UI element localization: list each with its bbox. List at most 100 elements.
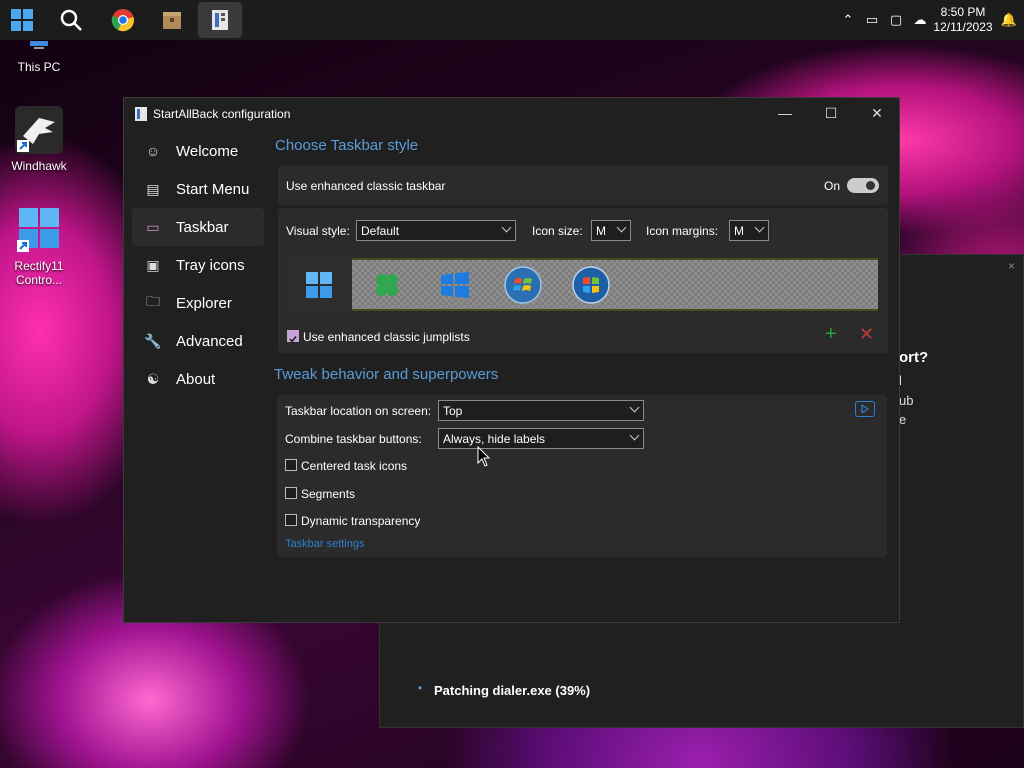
nav-item-taskbar[interactable]: ▭ Taskbar bbox=[132, 208, 264, 246]
tray-icon: ▣ bbox=[146, 256, 160, 273]
clock-time: 8:50 PM bbox=[940, 5, 986, 19]
installer-text-line: ub bbox=[899, 393, 914, 408]
segments-label: Segments bbox=[301, 487, 356, 501]
smile-icon: ☺ bbox=[145, 143, 161, 159]
search-icon bbox=[60, 9, 82, 31]
chevron-down-icon bbox=[629, 402, 640, 413]
windhawk-icon bbox=[15, 106, 63, 154]
icon-size-select[interactable]: M bbox=[591, 220, 631, 241]
taskbar: ⌃ ▭ ▢ ☁ 8:50 PM 12/11/2023 🔔 bbox=[0, 0, 1024, 40]
nav-item-advanced[interactable]: 🔧 Advanced bbox=[132, 322, 264, 360]
combine-label: Combine taskbar buttons: bbox=[285, 432, 422, 446]
mouse-cursor-icon bbox=[477, 446, 491, 467]
start-button[interactable] bbox=[0, 2, 44, 38]
nav-item-label: Start Menu bbox=[176, 180, 250, 198]
nav-item-label: Advanced bbox=[176, 332, 243, 350]
nav-item-label: Welcome bbox=[176, 142, 239, 160]
location-label: Taskbar location on screen: bbox=[285, 404, 432, 418]
dynamic-transparency-checkbox[interactable] bbox=[285, 514, 297, 526]
enhanced-taskbar-label: Use enhanced classic taskbar bbox=[286, 179, 446, 193]
centered-checkbox[interactable] bbox=[285, 459, 297, 471]
desktop-icon-this-pc[interactable]: This PC bbox=[4, 40, 74, 74]
video-preview-button[interactable] bbox=[855, 401, 875, 417]
behavior-card: Taskbar location on screen: Top Combine … bbox=[277, 395, 887, 557]
centered-label: Centered task icons bbox=[301, 459, 408, 473]
add-icon[interactable]: + bbox=[825, 323, 837, 346]
nav-item-start-menu[interactable]: ▤ Start Menu bbox=[132, 170, 264, 208]
nav-item-label: Tray icons bbox=[176, 256, 245, 274]
minimize-button[interactable]: — bbox=[762, 98, 808, 128]
installer-text-line: e bbox=[899, 412, 907, 427]
desktop-icon-rectify11[interactable]: Rectify11 Contro... bbox=[4, 206, 74, 287]
icon-size-value: M bbox=[596, 224, 606, 238]
enhanced-taskbar-toggle[interactable] bbox=[847, 178, 879, 193]
location-select[interactable]: Top bbox=[438, 400, 644, 421]
monitor-icon bbox=[30, 41, 48, 49]
folder-icon: 🗀 bbox=[146, 293, 160, 309]
visual-style-label: Visual style: bbox=[286, 224, 350, 238]
nav-item-explorer[interactable]: 🗀 Explorer bbox=[132, 284, 264, 322]
style-option-win7[interactable] bbox=[500, 262, 546, 308]
icon-margins-select[interactable]: M bbox=[729, 220, 769, 241]
installer-status: Patching dialer.exe (39%) bbox=[434, 683, 591, 698]
visual-style-value: Default bbox=[361, 224, 400, 238]
start-menu-icon: ▤ bbox=[146, 180, 160, 197]
start-icon bbox=[11, 9, 33, 31]
clock-date: 12/11/2023 bbox=[933, 20, 993, 34]
section-title-behavior: Tweak behavior and superpowers bbox=[274, 366, 499, 383]
segments-checkbox[interactable] bbox=[285, 487, 297, 499]
chevron-down-icon bbox=[629, 430, 640, 441]
nav-item-label: About bbox=[176, 370, 216, 388]
nav-item-label: Explorer bbox=[176, 294, 232, 312]
minimize-icon: — bbox=[778, 105, 792, 121]
maximize-button[interactable]: ☐ bbox=[808, 98, 854, 128]
nav-item-tray-icons[interactable]: ▣ Tray icons bbox=[132, 246, 264, 284]
desktop-icon-label: This PC bbox=[17, 60, 61, 74]
clock[interactable]: 8:50 PM 12/11/2023 bbox=[932, 5, 994, 35]
enhanced-taskbar-card: Use enhanced classic taskbar On bbox=[278, 165, 888, 205]
maximize-icon: ☐ bbox=[824, 104, 838, 121]
combine-select[interactable]: Always, hide labels bbox=[438, 428, 644, 449]
nav-item-label: Taskbar bbox=[176, 218, 229, 236]
chrome-button[interactable] bbox=[101, 2, 145, 38]
style-option-win11[interactable] bbox=[286, 258, 352, 311]
toggle-state-label: On bbox=[824, 179, 841, 193]
search-button[interactable] bbox=[49, 2, 93, 38]
taskbar-settings-link[interactable]: Taskbar settings bbox=[285, 538, 364, 550]
section-title-style: Choose Taskbar style bbox=[275, 137, 419, 154]
nav-item-welcome[interactable]: ☺ Welcome bbox=[132, 132, 264, 170]
desktop-icon-label: Windhawk bbox=[11, 159, 67, 173]
windows11-logo-icon bbox=[306, 271, 332, 298]
network-off-icon[interactable]: ☁ bbox=[908, 0, 932, 40]
notification-bell-icon[interactable]: 🔔 bbox=[994, 0, 1024, 40]
remove-icon[interactable]: ✕ bbox=[859, 324, 874, 345]
close-icon: ✕ bbox=[871, 104, 883, 121]
display-settings-icon[interactable]: ▭ bbox=[860, 0, 884, 40]
style-option-win10-alt[interactable] bbox=[364, 262, 410, 308]
close-icon[interactable]: × bbox=[1008, 259, 1015, 273]
vista-orb-icon bbox=[572, 266, 610, 304]
windows7-orb-icon bbox=[504, 266, 542, 304]
windows10-logo-icon bbox=[441, 272, 469, 298]
combine-value: Always, hide labels bbox=[443, 432, 546, 446]
chevron-up-icon[interactable]: ⌃ bbox=[836, 0, 860, 40]
nav-item-about[interactable]: ☯ About bbox=[132, 360, 264, 398]
installer-heading: ort? bbox=[899, 349, 929, 366]
startallback-taskbar-button[interactable] bbox=[198, 2, 242, 38]
desktop-icon-windhawk[interactable]: Windhawk bbox=[4, 106, 74, 173]
dynamic-transparency-label: Dynamic transparency bbox=[301, 514, 421, 528]
jumplists-checkbox[interactable] bbox=[287, 330, 299, 343]
window-title: StartAllBack configuration bbox=[153, 107, 291, 121]
style-option-vista[interactable] bbox=[568, 262, 614, 308]
visual-style-select[interactable]: Default bbox=[356, 220, 516, 241]
package-button[interactable] bbox=[150, 2, 194, 38]
monitor-icon[interactable]: ▢ bbox=[884, 0, 908, 40]
wrench-icon: 🔧 bbox=[144, 332, 162, 349]
chevron-down-icon bbox=[501, 222, 512, 233]
style-option-win10[interactable] bbox=[432, 262, 478, 308]
chrome-icon bbox=[111, 9, 134, 32]
close-button[interactable]: ✕ bbox=[854, 98, 900, 128]
jumplists-label: Use enhanced classic jumplists bbox=[303, 330, 470, 344]
icon-margins-label: Icon margins: bbox=[646, 224, 719, 238]
style-preview-strip bbox=[352, 258, 878, 311]
